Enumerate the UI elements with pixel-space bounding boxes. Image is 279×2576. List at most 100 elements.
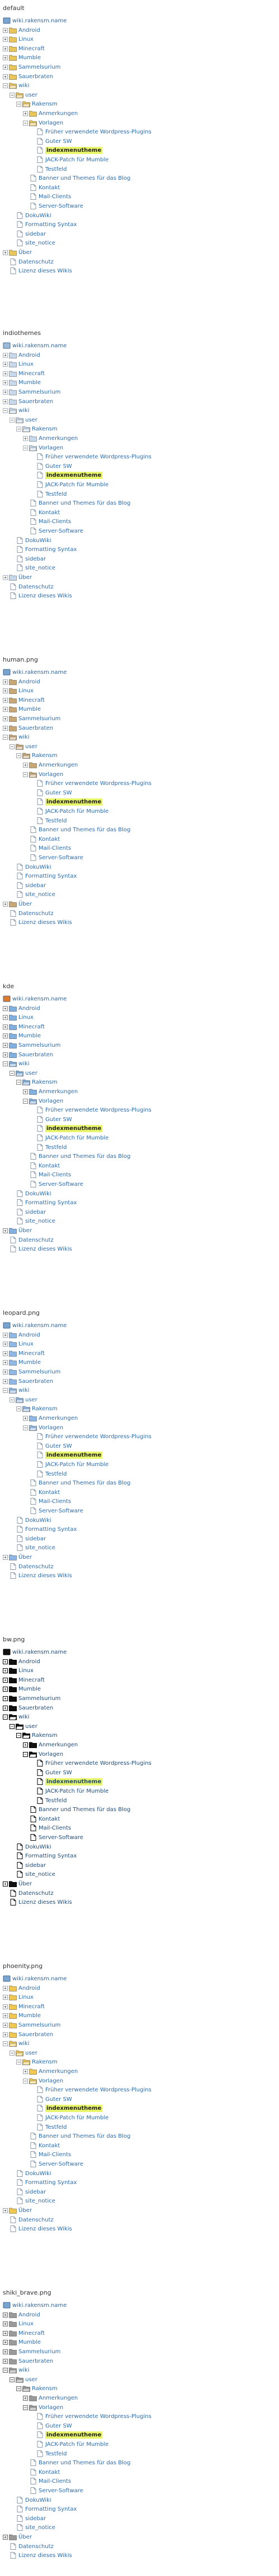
tree-node-label[interactable]: Server-Software <box>39 1834 83 1841</box>
tree-node-label[interactable]: Rakensm <box>32 425 58 433</box>
tree-node-label[interactable]: Server-Software <box>39 2161 83 2168</box>
tree-node-label[interactable]: Testfeld <box>45 1144 67 1151</box>
tree-node-label[interactable]: Mail-Clients <box>39 1498 71 1505</box>
collapse-toggle-icon[interactable]: − <box>10 1070 15 1076</box>
tree-root-label[interactable]: wiki.rakensm.name <box>12 342 67 349</box>
expand-toggle-icon[interactable]: + <box>3 1052 8 1057</box>
collapse-toggle-icon[interactable]: − <box>23 2078 28 2084</box>
expand-toggle-icon[interactable]: + <box>3 2013 8 2019</box>
tree-node-label[interactable]: Sammelsurium <box>18 1695 60 1702</box>
tree-node-label[interactable]: Server-Software <box>39 528 83 535</box>
tree-node-label[interactable]: Guter SW <box>45 138 72 145</box>
tree-node-label[interactable]: sidebar <box>25 1535 46 1543</box>
tree-root-label[interactable]: wiki.rakensm.name <box>12 17 67 25</box>
expand-toggle-icon[interactable]: + <box>3 399 8 404</box>
tree-node-label[interactable]: Anmerkungen <box>39 1741 78 1749</box>
collapse-toggle-icon[interactable]: − <box>23 1425 28 1430</box>
tree-node-label[interactable]: Guter SW <box>45 463 72 470</box>
tree-node-label[interactable]: Banner und Themes für das Blog <box>39 1479 130 1487</box>
tree-node-label[interactable]: Sammelsurium <box>18 1042 60 1049</box>
expand-toggle-icon[interactable]: + <box>3 74 8 79</box>
tree-node-label[interactable]: sidebar <box>25 556 46 563</box>
tree-node-label[interactable]: Banner und Themes für das Blog <box>39 500 130 507</box>
tree-node-label[interactable]: Anmerkungen <box>39 110 78 117</box>
tree-node-label[interactable]: Server-Software <box>39 1507 83 1515</box>
collapse-toggle-icon[interactable]: − <box>10 1397 15 1402</box>
tree-node-label[interactable]: Früher verwendete Wordpress-Plugins <box>45 1760 152 1767</box>
tree-node-label[interactable]: Über <box>18 2534 32 2541</box>
tree-node-label[interactable]: Sauerbraten <box>18 1378 53 1385</box>
collapse-toggle-icon[interactable]: − <box>10 2377 15 2382</box>
tree-node-label[interactable]: Testfeld <box>45 1471 67 1478</box>
tree-node-label[interactable]: Sauerbraten <box>18 725 53 732</box>
tree-node-label[interactable]: Formatting Syntax <box>25 221 77 228</box>
tree-node-label[interactable]: Früher verwendete Wordpress-Plugins <box>45 1107 152 1114</box>
tree-node-label[interactable]: JACK-Patch für Mumble <box>45 1788 108 1795</box>
tree-node-label[interactable]: Vorlagen <box>39 444 63 452</box>
expand-toggle-icon[interactable]: + <box>3 1015 8 1021</box>
tree-node-label[interactable]: Testfeld <box>45 2450 67 2458</box>
tree-node-label[interactable]: Lizenz dieses Wikis <box>18 267 72 275</box>
tree-node-label[interactable]: site_notice <box>25 240 55 247</box>
expand-toggle-icon[interactable]: + <box>3 1659 8 1664</box>
tree-node-label[interactable]: Über <box>18 574 32 581</box>
tree-node-label[interactable]: JACK-Patch für Mumble <box>45 1461 108 1468</box>
tree-node-label[interactable]: user <box>25 92 37 99</box>
tree-node-label[interactable]: Testfeld <box>45 2124 67 2131</box>
tree-node-label[interactable]: Server-Software <box>39 854 83 861</box>
tree-node-label[interactable]: wiki <box>18 407 30 414</box>
collapse-toggle-icon[interactable]: − <box>3 2041 8 2047</box>
collapse-toggle-icon[interactable]: − <box>16 102 21 107</box>
expand-toggle-icon[interactable]: + <box>3 1043 8 1048</box>
tree-node-label[interactable]: sidebar <box>25 231 46 238</box>
expand-toggle-icon[interactable]: + <box>3 1332 8 1338</box>
collapse-toggle-icon[interactable]: − <box>3 735 8 740</box>
tree-node-label[interactable]: Linux <box>18 36 34 43</box>
tree-node-label[interactable]: user <box>25 2050 37 2057</box>
expand-toggle-icon[interactable]: + <box>3 1342 8 1347</box>
expand-toggle-icon[interactable]: + <box>23 1742 28 1747</box>
expand-toggle-icon[interactable]: + <box>3 27 8 33</box>
collapse-toggle-icon[interactable]: − <box>3 1715 8 1720</box>
tree-node-label[interactable]: Mumble <box>18 1686 41 1693</box>
tree-node-label[interactable]: DokuWiki <box>25 1190 51 1198</box>
tree-node-label[interactable]: DokuWiki <box>25 2497 51 2504</box>
tree-node-label[interactable]: Mail-Clients <box>39 1825 71 1832</box>
tree-node-label[interactable]: site_notice <box>25 1871 55 1878</box>
tree-node-label[interactable]: Mumble <box>18 1359 41 1366</box>
expand-toggle-icon[interactable]: + <box>3 1985 8 1991</box>
expand-toggle-icon[interactable]: + <box>3 55 8 61</box>
expand-toggle-icon[interactable]: + <box>3 1696 8 1701</box>
expand-toggle-icon[interactable]: + <box>3 2535 8 2540</box>
tree-node-label[interactable]: Vorlagen <box>39 2077 63 2085</box>
tree-node-label[interactable]: Kontakt <box>39 1816 60 1823</box>
collapse-toggle-icon[interactable]: − <box>16 2386 21 2392</box>
tree-node-label[interactable]: Minecraft <box>18 697 45 704</box>
tree-node-label[interactable]: Anmerkungen <box>39 2395 78 2402</box>
expand-toggle-icon[interactable]: + <box>3 1555 8 1560</box>
expand-toggle-icon[interactable]: + <box>3 2330 8 2336</box>
expand-toggle-icon[interactable]: + <box>3 1995 8 2000</box>
expand-toggle-icon[interactable]: + <box>23 1089 28 1094</box>
tree-node-label[interactable]: wiki <box>18 2040 30 2047</box>
tree-node-label[interactable]: Sammelsurium <box>18 2348 60 2355</box>
tree-node-label[interactable]: Mumble <box>18 2012 41 2019</box>
tree-node-label[interactable]: DokuWiki <box>25 537 51 544</box>
collapse-toggle-icon[interactable]: − <box>10 2050 15 2056</box>
tree-node-label[interactable]: DokuWiki <box>25 212 51 219</box>
collapse-toggle-icon[interactable]: − <box>23 445 28 451</box>
expand-toggle-icon[interactable]: + <box>3 679 8 684</box>
tree-node-label[interactable]: site_notice <box>25 2197 55 2205</box>
expand-toggle-icon[interactable]: + <box>23 2396 28 2401</box>
tree-node-label[interactable]: Android <box>18 27 40 34</box>
tree-node-label[interactable]: wiki <box>18 82 30 89</box>
tree-node-label[interactable]: Über <box>18 1880 32 1888</box>
current-page-label[interactable]: indexmenutheme <box>45 1452 103 1459</box>
tree-node-label[interactable]: JACK-Patch für Mumble <box>45 1134 108 1142</box>
tree-node-label[interactable]: Vorlagen <box>39 1751 63 1758</box>
tree-node-label[interactable]: Kontakt <box>39 509 60 516</box>
expand-toggle-icon[interactable]: + <box>23 436 28 441</box>
tree-node-label[interactable]: Mumble <box>18 706 41 713</box>
expand-toggle-icon[interactable]: + <box>3 716 8 721</box>
expand-toggle-icon[interactable]: + <box>3 697 8 703</box>
